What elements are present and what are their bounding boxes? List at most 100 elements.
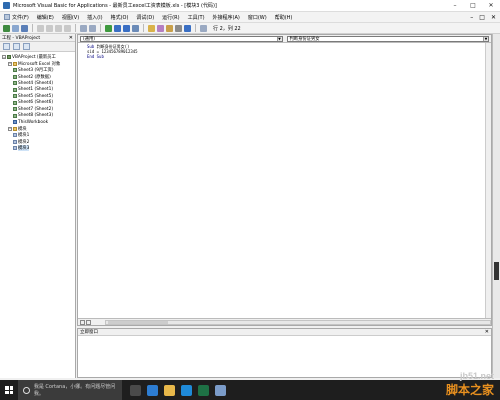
project-explorer-title: 工程 - VBAProject ✕ bbox=[0, 34, 75, 42]
menu-view[interactable]: 视图(V) bbox=[58, 14, 83, 21]
toggle-folders-icon[interactable] bbox=[23, 43, 30, 50]
menu-tools[interactable]: 工具(T) bbox=[184, 14, 209, 21]
object-combo[interactable]: (通用) ▼ bbox=[80, 36, 283, 42]
menu-file[interactable]: 文件(F) bbox=[0, 14, 33, 21]
wb-icon bbox=[13, 120, 17, 125]
standard-toolbar: 行 2，列 22 bbox=[0, 23, 500, 34]
right-scroll-gutter bbox=[492, 34, 500, 378]
reset-icon[interactable] bbox=[123, 24, 130, 32]
break-icon[interactable] bbox=[114, 24, 121, 32]
folder-icon bbox=[13, 61, 17, 66]
chevron-down-icon[interactable]: ▼ bbox=[483, 37, 488, 41]
sheet-icon bbox=[13, 87, 17, 92]
folder-icon bbox=[13, 126, 17, 131]
paste-icon[interactable] bbox=[55, 24, 62, 32]
watermark: jb51.net 脚本之家 bbox=[446, 371, 494, 398]
full-module-view-icon[interactable] bbox=[86, 319, 91, 325]
cursor-position: 行 2，列 22 bbox=[213, 25, 241, 32]
procedure-view-icon[interactable] bbox=[80, 319, 85, 325]
help-icon[interactable] bbox=[184, 24, 191, 32]
menu-format[interactable]: 格式(O) bbox=[107, 14, 133, 21]
redo-icon[interactable] bbox=[89, 24, 96, 32]
cortana-search[interactable]: 我是 Cortana，小娜。有问题尽管问我。 bbox=[18, 380, 122, 400]
chevron-down-icon[interactable]: ▼ bbox=[276, 37, 282, 41]
project-explorer-icon[interactable] bbox=[148, 24, 155, 32]
scrollbar-thumb[interactable] bbox=[108, 320, 168, 324]
tree-node-label: Sheet5 (Sheet5) bbox=[18, 93, 54, 99]
toolbox-icon[interactable] bbox=[175, 24, 182, 32]
maximize-button[interactable]: □ bbox=[464, 0, 482, 12]
view-code-icon[interactable] bbox=[3, 43, 10, 50]
taskbar: 我是 Cortana，小娜。有问题尽管问我。 jb51.net 脚本之家 bbox=[0, 371, 500, 400]
tree-node-label: Sheet4 (Sheet4) bbox=[18, 80, 54, 86]
child-close-button[interactable]: ✕ bbox=[491, 14, 496, 21]
child-minimize-button[interactable]: – bbox=[470, 14, 473, 21]
tree-node-label: Sheet2 (原数据) bbox=[18, 74, 51, 80]
menu-window[interactable]: 窗口(W) bbox=[244, 14, 271, 21]
copy-icon[interactable] bbox=[46, 24, 53, 32]
tree-node-label: 模块3 bbox=[18, 145, 30, 152]
start-button[interactable] bbox=[0, 380, 18, 400]
properties-icon[interactable] bbox=[157, 24, 164, 32]
view-excel-icon[interactable] bbox=[3, 24, 10, 32]
tree-node-label: Sheet6 (Sheet6) bbox=[18, 100, 54, 106]
tree-node-label: Sheet8 (Sheet3) bbox=[18, 113, 54, 119]
tree-node-label: 模块 bbox=[18, 126, 27, 132]
project-explorer-close-icon[interactable]: ✕ bbox=[69, 35, 73, 41]
menu-bar: 文件(F) 编辑(E) 视图(V) 插入(I) 格式(O) 调试(D) 运行(R… bbox=[0, 12, 500, 23]
procedure-combo[interactable]: 判断身份证男女 ▼ bbox=[286, 36, 489, 42]
save-icon[interactable] bbox=[21, 24, 28, 32]
immediate-window[interactable]: 立即窗口 ✕ bbox=[77, 328, 492, 378]
code-window: (通用) ▼ 判断身份证男女 ▼ Sub 判断身份证男女() sid = 1234… bbox=[77, 34, 492, 326]
view-object-icon[interactable] bbox=[13, 43, 20, 50]
mod-icon bbox=[13, 133, 17, 138]
window-title: Microsoft Visual Basic for Applications … bbox=[13, 3, 217, 9]
expand-toggle-icon[interactable]: − bbox=[2, 55, 6, 60]
immediate-window-close-icon[interactable]: ✕ bbox=[485, 329, 489, 335]
object-browser-icon[interactable] bbox=[166, 24, 173, 32]
expand-toggle-icon[interactable]: − bbox=[8, 61, 12, 66]
cut-icon[interactable] bbox=[37, 24, 44, 32]
code-vertical-scrollbar[interactable] bbox=[485, 43, 491, 318]
design-mode-icon[interactable] bbox=[132, 24, 139, 32]
edge-icon[interactable] bbox=[147, 384, 158, 396]
minimize-button[interactable]: – bbox=[446, 0, 464, 12]
run-icon[interactable] bbox=[105, 24, 112, 32]
close-button[interactable]: ✕ bbox=[482, 0, 500, 12]
toolbar-separator bbox=[195, 24, 196, 32]
code-horizontal-scrollbar[interactable] bbox=[105, 319, 491, 325]
file-explorer-icon[interactable] bbox=[164, 384, 175, 396]
find-icon[interactable] bbox=[64, 24, 71, 32]
code-window-footer bbox=[78, 318, 491, 325]
toolbar-separator bbox=[143, 24, 144, 32]
menu-help[interactable]: 帮助(H) bbox=[271, 14, 297, 21]
tree-node-label: Sheet3 (9月工资) bbox=[18, 68, 54, 74]
vba-app-icon bbox=[3, 2, 10, 9]
menu-debug[interactable]: 调试(D) bbox=[132, 14, 158, 21]
expand-toggle-icon[interactable]: − bbox=[8, 126, 12, 131]
taskbar-apps bbox=[130, 384, 226, 396]
tree-node-label: 模块1 bbox=[18, 133, 30, 139]
scroll-marker bbox=[494, 262, 499, 280]
vba-editor-icon[interactable] bbox=[215, 384, 226, 396]
watermark-name: 脚本之家 bbox=[445, 383, 494, 397]
code-line: End Sub bbox=[87, 53, 104, 59]
menu-run[interactable]: 运行(R) bbox=[158, 14, 183, 21]
project-tree: − VBAProject (最新员工 − Microsoft Excel 对象 Shee… bbox=[0, 52, 75, 152]
child-restore-button[interactable]: □ bbox=[479, 14, 485, 21]
tree-node[interactable]: 模块3 bbox=[2, 145, 75, 152]
menu-insert[interactable]: 插入(I) bbox=[83, 14, 106, 21]
mod-icon bbox=[13, 146, 17, 151]
file-icon bbox=[4, 14, 10, 20]
undo-icon[interactable] bbox=[80, 24, 87, 32]
store-icon[interactable] bbox=[181, 384, 192, 396]
menu-edit[interactable]: 编辑(E) bbox=[33, 14, 58, 21]
project-explorer-toolbar bbox=[0, 42, 75, 52]
code-editor[interactable]: Sub 判断身份证男女() sid = 123456789012345 End Su… bbox=[78, 43, 491, 59]
tree-node-label: Sheet1 (Sheet1) bbox=[18, 87, 54, 93]
insert-userform-icon[interactable] bbox=[12, 24, 19, 32]
excel-icon[interactable] bbox=[198, 384, 209, 396]
task-view-icon[interactable] bbox=[130, 384, 141, 396]
view-toggle-group bbox=[80, 319, 91, 325]
menu-addins[interactable]: 外接程序(A) bbox=[209, 14, 244, 21]
